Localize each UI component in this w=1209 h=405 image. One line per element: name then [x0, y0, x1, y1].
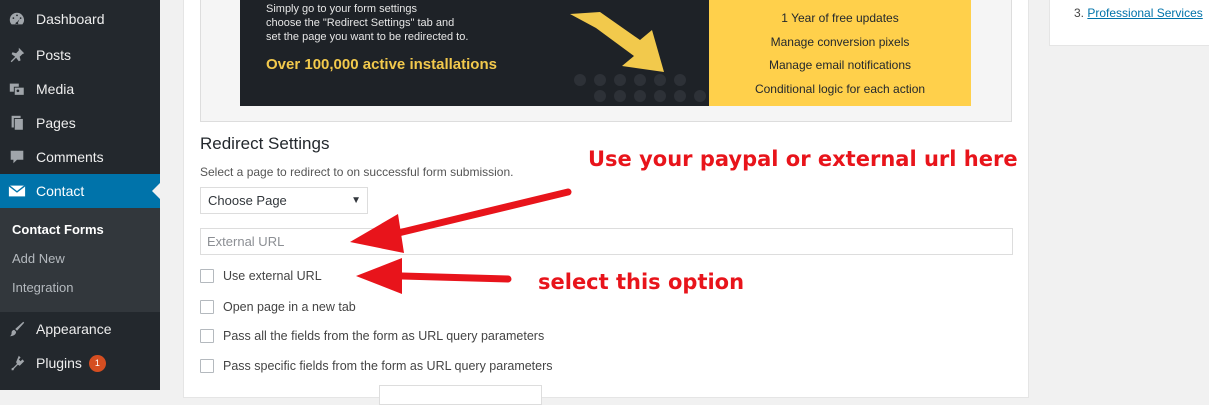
annotation-top: Use your paypal or external url here	[588, 147, 1018, 171]
widget-list-item: 3. Professional Services	[1074, 6, 1203, 20]
arrow-line-bottom	[398, 272, 512, 283]
arrow-head-bottom	[356, 258, 402, 294]
arrow-line-top	[386, 188, 572, 239]
arrow-head-top	[350, 214, 404, 253]
widget-item-number: 3.	[1074, 6, 1085, 20]
annotation-arrows	[350, 188, 572, 294]
annotation-bottom: select this option	[538, 270, 745, 294]
professional-services-link[interactable]: Professional Services	[1087, 6, 1202, 20]
